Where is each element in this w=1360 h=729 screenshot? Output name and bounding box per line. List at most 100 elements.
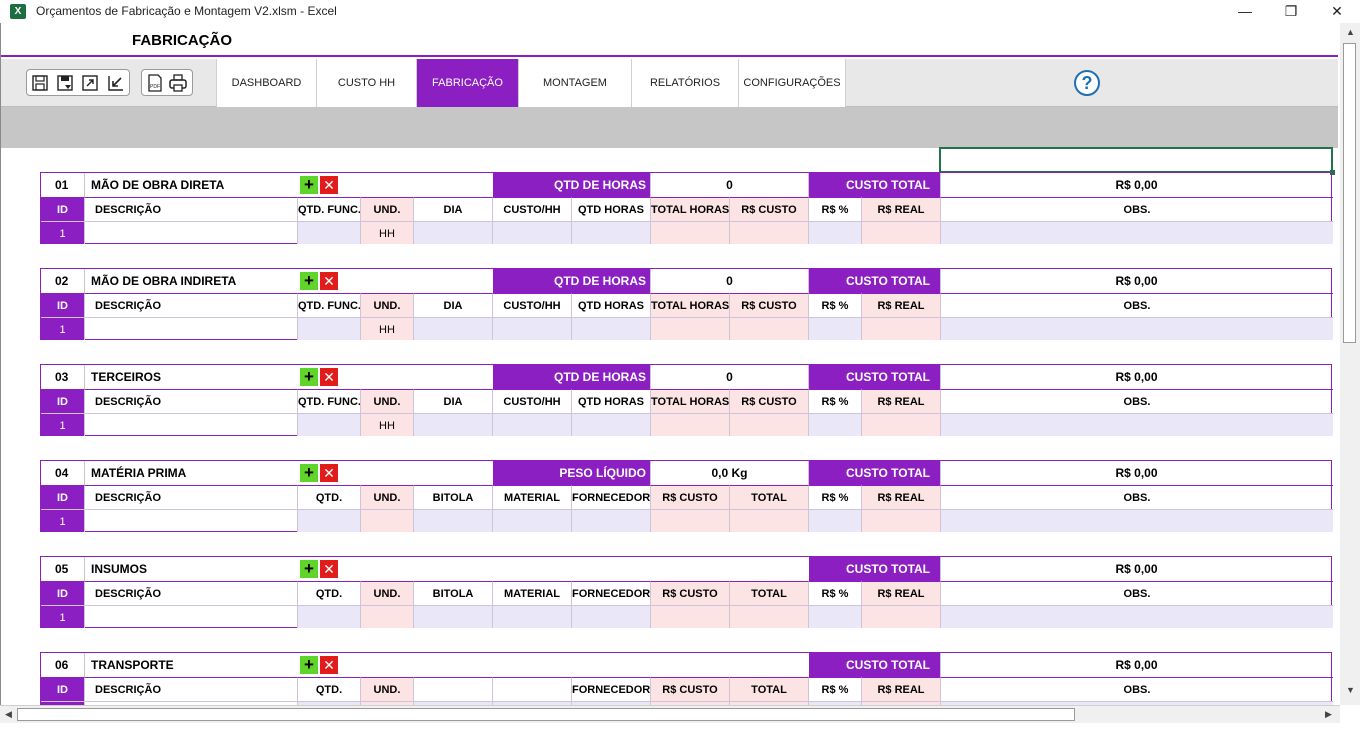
cell-c7[interactable] — [651, 413, 730, 436]
tab-fabricacao[interactable]: FABRICAÇÃO — [417, 59, 519, 107]
cell-c5[interactable] — [493, 221, 572, 244]
tab-custo-hh[interactable]: CUSTO HH — [317, 59, 417, 107]
cell-descricao[interactable] — [85, 605, 298, 628]
delete-row-button[interactable]: ✕ — [320, 464, 338, 482]
cell-real[interactable] — [862, 509, 941, 532]
add-row-button[interactable]: + — [300, 656, 318, 674]
cell-c6[interactable] — [572, 413, 651, 436]
cell-und[interactable]: HH — [361, 413, 414, 436]
scroll-down-icon[interactable]: ▼ — [1346, 685, 1355, 695]
save-as-icon[interactable] — [56, 74, 74, 92]
cell-real[interactable] — [862, 221, 941, 244]
delete-row-button[interactable]: ✕ — [320, 176, 338, 194]
cell-c6[interactable] — [572, 317, 651, 340]
scroll-right-icon[interactable]: ▶ — [1325, 709, 1332, 720]
cell-descricao[interactable] — [85, 221, 298, 244]
cell-qtd[interactable] — [298, 413, 361, 436]
horizontal-scroll-thumb[interactable] — [17, 708, 1075, 721]
cell-c5[interactable] — [493, 413, 572, 436]
cell-c5[interactable] — [493, 509, 572, 532]
save-icon[interactable] — [31, 74, 49, 92]
cell-c4[interactable] — [414, 221, 493, 244]
cell-qtd[interactable] — [298, 317, 361, 340]
cell-qtd[interactable] — [298, 221, 361, 244]
cell-pct[interactable] — [809, 413, 862, 436]
cell-c7[interactable] — [651, 221, 730, 244]
cell-obs[interactable] — [941, 509, 1333, 532]
scroll-up-icon[interactable]: ▲ — [1346, 27, 1355, 37]
print-icon[interactable] — [169, 74, 187, 92]
cell-c5[interactable] — [493, 317, 572, 340]
cell-id[interactable]: 1 — [41, 221, 85, 244]
restore-button[interactable]: ❐ — [1268, 0, 1314, 23]
section-title: MÃO DE OBRA INDIRETA — [91, 274, 237, 288]
cell-und[interactable] — [361, 509, 414, 532]
cell-id[interactable]: 1 — [41, 509, 85, 532]
collapse-icon[interactable] — [107, 74, 125, 92]
add-row-button[interactable]: + — [300, 464, 318, 482]
cell-qtd[interactable] — [298, 509, 361, 532]
delete-row-button[interactable]: ✕ — [320, 560, 338, 578]
cell-c4[interactable] — [414, 413, 493, 436]
cell-descricao[interactable] — [85, 413, 298, 436]
tab-relatorios[interactable]: RELATÓRIOS — [632, 59, 739, 107]
total-value: R$ 0,00 — [1115, 178, 1158, 192]
scroll-left-icon[interactable]: ◀ — [5, 709, 12, 720]
cell-id[interactable]: 1 — [41, 605, 85, 628]
cell-pct[interactable] — [809, 605, 862, 628]
cell-c4[interactable] — [414, 317, 493, 340]
cell-pct[interactable] — [809, 221, 862, 244]
cell-c8[interactable] — [730, 605, 809, 628]
cell-c6[interactable] — [572, 509, 651, 532]
cell-c6[interactable] — [572, 221, 651, 244]
add-row-button[interactable]: + — [300, 176, 318, 194]
cell-descricao[interactable] — [85, 509, 298, 532]
tab-dashboard[interactable]: DASHBOARD — [216, 59, 317, 107]
cell-c8[interactable] — [730, 509, 809, 532]
section-04: 04 MATÉRIA PRIMA + ✕ PESO LÍQUIDO 0,0 Kg CUSTO… — [40, 460, 1333, 532]
cell-c5[interactable] — [493, 605, 572, 628]
delete-row-button[interactable]: ✕ — [320, 656, 338, 674]
minimize-button[interactable]: — — [1222, 0, 1268, 23]
cell-c7[interactable] — [651, 605, 730, 628]
delete-row-button[interactable]: ✕ — [320, 272, 338, 290]
cell-c4[interactable] — [414, 509, 493, 532]
cell-c6[interactable] — [572, 605, 651, 628]
tab-montagem[interactable]: MONTAGEM — [519, 59, 632, 107]
pdf-icon[interactable]: PDF — [146, 74, 164, 92]
cell-und[interactable] — [361, 605, 414, 628]
add-row-button[interactable]: + — [300, 272, 318, 290]
cell-id[interactable]: 1 — [41, 413, 85, 436]
tab-configuracoes[interactable]: CONFIGURAÇÕES — [739, 59, 846, 107]
cell-c4[interactable] — [414, 605, 493, 628]
cell-real[interactable] — [862, 317, 941, 340]
cell-obs[interactable] — [941, 413, 1333, 436]
horizontal-scrollbar[interactable]: ◀ ▶ — [0, 705, 1340, 723]
cell-c7[interactable] — [651, 317, 730, 340]
cell-pct[interactable] — [809, 509, 862, 532]
cell-id[interactable]: 1 — [41, 317, 85, 340]
selected-cell[interactable] — [939, 147, 1335, 175]
cell-obs[interactable] — [941, 221, 1333, 244]
cell-und[interactable]: HH — [361, 317, 414, 340]
cell-und[interactable]: HH — [361, 221, 414, 244]
vertical-scroll-thumb[interactable] — [1343, 43, 1356, 343]
cell-obs[interactable] — [941, 317, 1333, 340]
delete-row-button[interactable]: ✕ — [320, 368, 338, 386]
cell-pct[interactable] — [809, 317, 862, 340]
cell-real[interactable] — [862, 605, 941, 628]
cell-c7[interactable] — [651, 509, 730, 532]
cell-qtd[interactable] — [298, 605, 361, 628]
expand-icon[interactable] — [81, 74, 99, 92]
cell-c8[interactable] — [730, 221, 809, 244]
cell-real[interactable] — [862, 413, 941, 436]
add-row-button[interactable]: + — [300, 368, 318, 386]
cell-descricao[interactable] — [85, 317, 298, 340]
cell-obs[interactable] — [941, 605, 1333, 628]
cell-c8[interactable] — [730, 413, 809, 436]
vertical-scrollbar[interactable]: ▲ ▼ — [1340, 23, 1360, 705]
cell-c8[interactable] — [730, 317, 809, 340]
help-icon[interactable]: ? — [1074, 70, 1100, 96]
close-button[interactable]: ✕ — [1314, 0, 1360, 23]
add-row-button[interactable]: + — [300, 560, 318, 578]
